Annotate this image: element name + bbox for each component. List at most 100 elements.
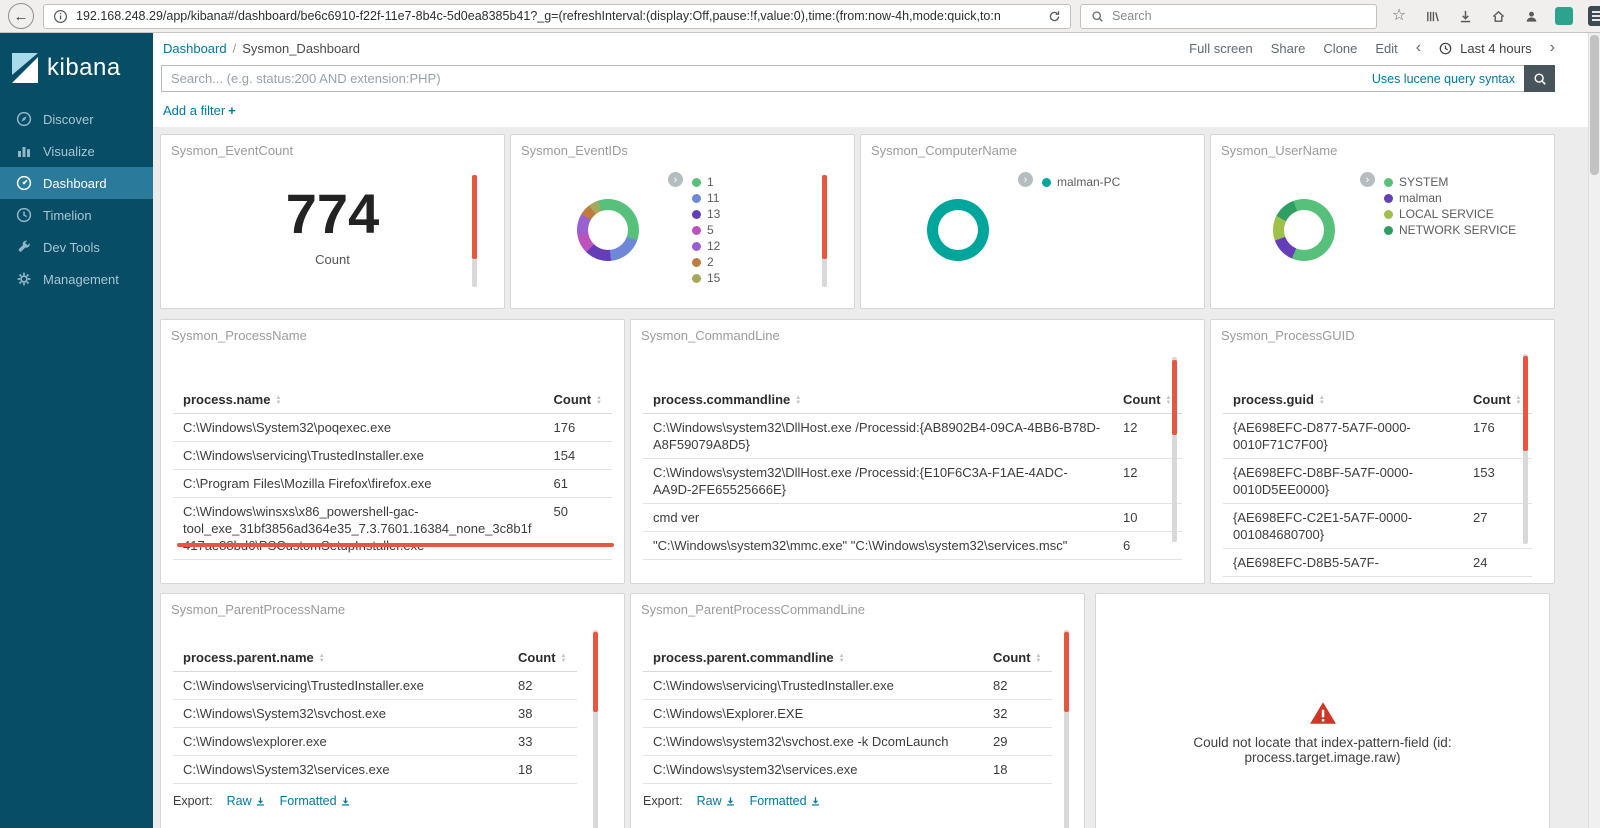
panel-scrollbar-thumb[interactable] [1064, 632, 1069, 712]
panel-computer-name[interactable]: Sysmon_ComputerName › malman-PC [860, 134, 1205, 309]
table-row[interactable]: C:\Windows\system32\DllHost.exe /Process… [643, 413, 1182, 459]
url-bar[interactable]: 192.168.248.29/app/kibana#/dashboard/be6… [43, 3, 1071, 29]
export-formatted-link[interactable]: Formatted [750, 794, 821, 808]
extension-icon[interactable] [1555, 7, 1573, 25]
lucene-syntax-link[interactable]: Uses lucene query syntax [1372, 72, 1515, 86]
reload-icon[interactable] [1045, 7, 1063, 25]
account-icon[interactable] [1522, 7, 1540, 25]
sidebar-item-management[interactable]: Management [0, 263, 153, 295]
export-raw-link[interactable]: Raw [227, 794, 266, 808]
panel-scrollbar-thumb[interactable] [822, 175, 827, 259]
column-header[interactable]: process.name ▲ ▼ [173, 387, 544, 414]
table-row[interactable]: cmd ver 10 [643, 503, 1182, 532]
table-row[interactable]: C:\Windows\System32\poqexec.exe 176 [173, 413, 612, 442]
panel-parent-process-name[interactable]: Sysmon_ParentProcessName process.parent.… [160, 593, 625, 828]
menu-icon[interactable] [1588, 6, 1600, 26]
panel-event-count[interactable]: Sysmon_EventCount 774 Count [160, 134, 505, 309]
table-row[interactable]: C:\Windows\system32\services.exe 18 [643, 755, 1052, 784]
bookmark-star-icon[interactable]: ☆ [1390, 7, 1408, 25]
sidebar-item-dashboard[interactable]: Dashboard [0, 167, 153, 199]
column-header[interactable]: process.commandline ▲ ▼ [643, 387, 1113, 414]
legend-item[interactable]: 5 [692, 222, 842, 238]
sidebar-item-dev-tools[interactable]: Dev Tools [0, 231, 153, 263]
time-back-icon[interactable]: ‹ [1416, 40, 1421, 56]
url-text[interactable]: 192.168.248.29/app/kibana#/dashboard/be6… [76, 9, 1038, 23]
browser-search[interactable] [1080, 3, 1377, 29]
legend-toggle-icon[interactable]: › [668, 172, 683, 187]
panel-parent-process-commandline[interactable]: Sysmon_ParentProcessCommandLine process.… [630, 593, 1085, 828]
table-row[interactable]: C:\Windows\servicing\TrustedInstaller.ex… [173, 671, 577, 700]
column-header[interactable]: process.parent.name ▲ ▼ [173, 645, 508, 672]
table-row[interactable]: C:\Windows\system32\DllHost.exe /Process… [643, 458, 1182, 504]
share-button[interactable]: Share [1271, 41, 1306, 56]
time-forward-icon[interactable]: › [1550, 40, 1555, 56]
table-row[interactable]: {AE698EFC-D8BF-5A7F-0000-0010D5EE0000} 1… [1223, 458, 1532, 504]
table-row[interactable]: C:\Windows\winsxs\x86_powershell-gac-too… [173, 497, 612, 560]
full-screen-button[interactable]: Full screen [1189, 41, 1253, 56]
panel-scrollbar-thumb[interactable] [593, 632, 598, 712]
table-row[interactable]: C:\Windows\system32\svchost.exe -k DcomL… [643, 727, 1052, 756]
home-icon[interactable] [1489, 7, 1507, 25]
table-row[interactable]: C:\Windows\servicing\TrustedInstaller.ex… [643, 671, 1052, 700]
panel-process-name[interactable]: Sysmon_ProcessName process.name ▲ ▼ Count ▲… [160, 319, 625, 584]
time-picker[interactable]: Last 4 hours [1439, 41, 1532, 56]
legend-item[interactable]: malman [1384, 190, 1542, 206]
column-header[interactable]: process.guid ▲ ▼ [1223, 387, 1463, 414]
query-search-button[interactable] [1524, 65, 1555, 92]
legend-item[interactable]: LOCAL SERVICE [1384, 206, 1542, 222]
site-info-icon[interactable] [51, 7, 69, 25]
legend-item[interactable]: malman-PC [1042, 174, 1192, 190]
sidebar-item-timelion[interactable]: Timelion [0, 199, 153, 231]
breadcrumb-dashboard-link[interactable]: Dashboard [163, 41, 227, 56]
panel-scrollbar-thumb[interactable] [472, 175, 477, 259]
panel-scrollbar-thumb[interactable] [1172, 360, 1177, 435]
legend-item[interactable]: SYSTEM [1384, 174, 1542, 190]
legend-item[interactable]: 11 [692, 190, 842, 206]
column-header[interactable]: Count ▲ ▼ [1463, 387, 1532, 414]
table-row[interactable]: C:\Program Files\Mozilla Firefox\firefox… [173, 469, 612, 498]
donut-chart[interactable] [926, 199, 989, 261]
window-scrollbar[interactable] [1588, 33, 1600, 828]
legend-toggle-icon[interactable]: › [1360, 172, 1375, 187]
edit-button[interactable]: Edit [1375, 41, 1397, 56]
table-row[interactable]: {AE698EFC-D8B5-5A7F- 24 [1223, 548, 1532, 577]
column-header[interactable]: Count ▲ ▼ [543, 387, 612, 414]
back-button[interactable]: ← [8, 3, 34, 29]
table-row[interactable]: C:\Windows\Explorer.EXE 32 [643, 699, 1052, 728]
table-row[interactable]: C:\Windows\System32\services.exe 18 [173, 755, 577, 784]
donut-chart[interactable] [1272, 199, 1335, 261]
legend-item[interactable]: 15 [692, 270, 842, 286]
legend-item[interactable]: 13 [692, 206, 842, 222]
export-raw-link[interactable]: Raw [697, 794, 736, 808]
legend-toggle-icon[interactable]: › [1018, 172, 1033, 187]
query-input[interactable] [171, 71, 1364, 86]
library-icon[interactable] [1423, 7, 1441, 25]
kibana-logo[interactable]: kibana [0, 33, 153, 103]
panel-hscrollbar-thumb[interactable] [177, 543, 614, 547]
downloads-icon[interactable] [1456, 7, 1474, 25]
table-row[interactable]: C:\Windows\System32\svchost.exe 38 [173, 699, 577, 728]
clone-button[interactable]: Clone [1323, 41, 1357, 56]
panel-command-line[interactable]: Sysmon_CommandLine process.commandline ▲ ▼… [630, 319, 1205, 584]
table-row[interactable]: C:\Windows\servicing\TrustedInstaller.ex… [173, 441, 612, 470]
browser-search-input[interactable] [1112, 9, 1369, 23]
column-header[interactable]: Count ▲ ▼ [983, 645, 1052, 672]
column-header[interactable]: process.parent.commandline ▲ ▼ [643, 645, 983, 672]
donut-chart[interactable] [576, 199, 639, 261]
table-row[interactable]: "C:\Windows\system32\mmc.exe" "C:\Window… [643, 531, 1182, 560]
panel-error[interactable]: Could not locate that index-pattern-fiel… [1095, 593, 1550, 828]
column-header[interactable]: Count ▲ ▼ [508, 645, 577, 672]
table-row[interactable]: {AE698EFC-C2E1-5A7F-0000-001084680700} 2… [1223, 503, 1532, 549]
add-filter-button[interactable]: Add a filter + [163, 103, 236, 118]
panel-user-name[interactable]: Sysmon_UserName › SYSTEM malman LOCAL SE… [1210, 134, 1555, 309]
table-row[interactable]: C:\Windows\explorer.exe 33 [173, 727, 577, 756]
panel-event-ids[interactable]: Sysmon_EventIDs › 1 11 13 5 12 2 15 [510, 134, 855, 309]
legend-item[interactable]: 2 [692, 254, 842, 270]
table-row[interactable]: {AE698EFC-D877-5A7F-0000-0010F71C7F00} 1… [1223, 413, 1532, 459]
sidebar-item-discover[interactable]: Discover [0, 103, 153, 135]
legend-item[interactable]: 12 [692, 238, 842, 254]
legend-item[interactable]: 1 [692, 174, 842, 190]
sidebar-item-visualize[interactable]: Visualize [0, 135, 153, 167]
window-scrollbar-thumb[interactable] [1590, 35, 1599, 175]
legend-item[interactable]: NETWORK SERVICE [1384, 222, 1542, 238]
